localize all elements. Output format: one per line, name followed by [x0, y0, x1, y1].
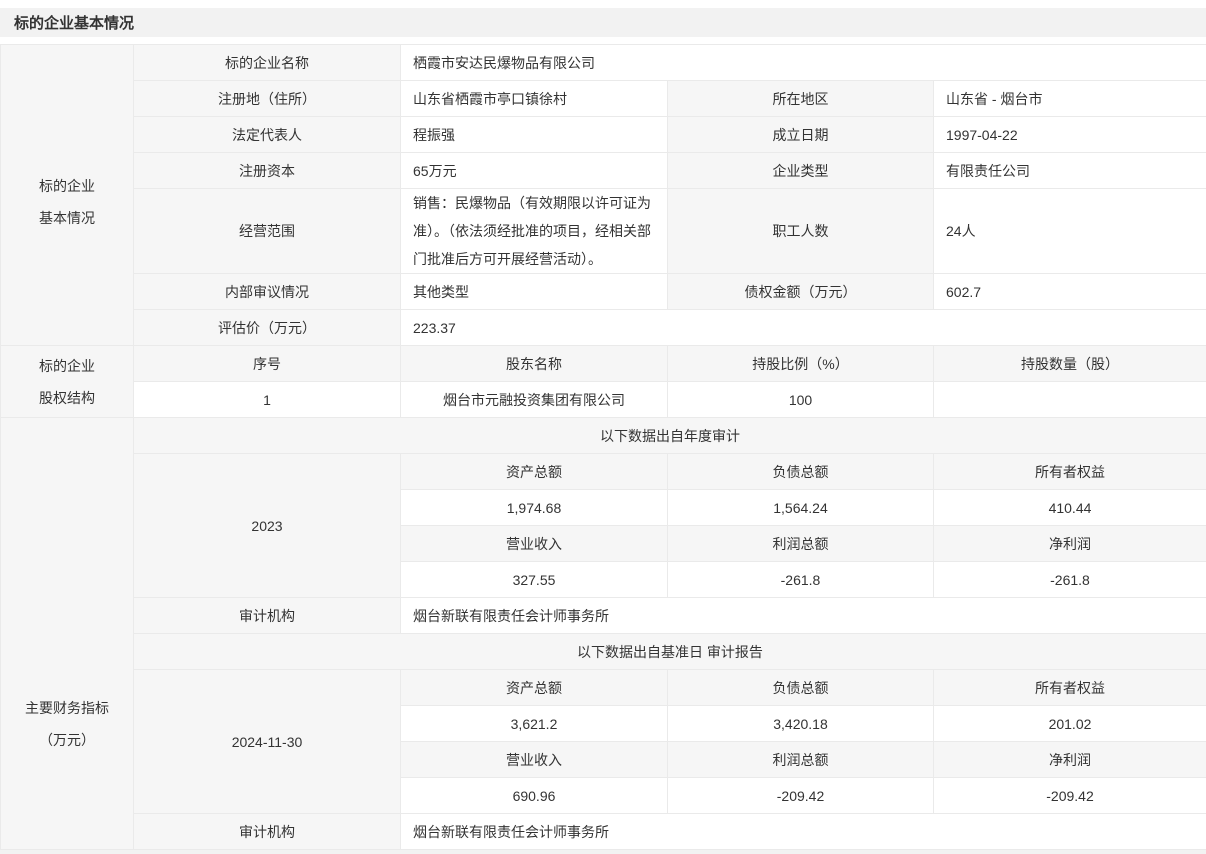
financials-annual-period: 2023 [134, 454, 401, 598]
value-company-name: 栖霞市安达民爆物品有限公司 [401, 45, 1206, 81]
financials-value-assets: 3,621.2 [401, 706, 668, 742]
value-internal-review: 其他类型 [401, 274, 668, 310]
table-row: 主要财务指标 （万元） 以下数据出自年度审计 [1, 418, 1206, 454]
group-label-line: 基本情况 [1, 202, 133, 234]
table-row: 法定代表人 程振强 成立日期 1997-04-22 [1, 117, 1206, 153]
financials-header-liabilities: 负债总额 [668, 670, 934, 706]
table-row: 标的企业 股权结构 序号 股东名称 持股比例（%） 持股数量（股） [1, 346, 1206, 382]
table-row: 评估价（万元） 223.37 [1, 310, 1206, 346]
table-row: 审计机构 烟台新联有限责任会计师事务所 [1, 814, 1206, 850]
equity-cell-index: 1 [134, 382, 401, 418]
equity-header-index: 序号 [134, 346, 401, 382]
table-row: 1 烟台市元融投资集团有限公司 100 [1, 382, 1206, 418]
value-audit-org-basedate: 烟台新联有限责任会计师事务所 [401, 814, 1206, 850]
equity-cell-shareholder: 烟台市元融投资集团有限公司 [401, 382, 668, 418]
financials-header-net-profit: 净利润 [934, 526, 1206, 562]
group-label-equity-structure: 标的企业 股权结构 [1, 346, 134, 418]
target-enterprise-table: 标的企业 基本情况 标的企业名称 栖霞市安达民爆物品有限公司 注册地（住所） 山… [0, 44, 1206, 850]
financials-value-equity: 201.02 [934, 706, 1206, 742]
table-row: 注册地（住所） 山东省栖霞市亭口镇徐村 所在地区 山东省 - 烟台市 [1, 81, 1206, 117]
label-employee-count: 职工人数 [668, 189, 934, 274]
label-audit-org-basedate: 审计机构 [134, 814, 401, 850]
value-appraisal-price: 223.37 [401, 310, 1206, 346]
table-row: 以下数据出自基准日 审计报告 [1, 634, 1206, 670]
financials-header-liabilities: 负债总额 [668, 454, 934, 490]
value-employee-count: 24人 [934, 189, 1206, 274]
financials-basedate-period: 2024-11-30 [134, 670, 401, 814]
table-row: 标的企业 基本情况 标的企业名称 栖霞市安达民爆物品有限公司 [1, 45, 1206, 81]
table-row: 内部审议情况 其他类型 债权金额（万元） 602.7 [1, 274, 1206, 310]
financials-header-assets: 资产总额 [401, 454, 668, 490]
value-business-scope: 销售：民爆物品（有效期限以许可证为准）。（依法须经批准的项目，经相关部门批准后方… [401, 189, 668, 274]
financials-header-net-profit: 净利润 [934, 742, 1206, 778]
page-title: 标的企业基本情况 [14, 12, 134, 33]
label-registered-address: 注册地（住所） [134, 81, 401, 117]
group-label-line: 标的企业 [1, 170, 133, 202]
equity-cell-shares [934, 382, 1206, 418]
group-label-basic-info: 标的企业 基本情况 [1, 45, 134, 346]
group-label-line: （万元） [1, 724, 133, 756]
value-region: 山东省 - 烟台市 [934, 81, 1206, 117]
financials-value-revenue: 327.55 [401, 562, 668, 598]
financials-value-revenue: 690.96 [401, 778, 668, 814]
group-label-line: 主要财务指标 [1, 692, 133, 724]
financials-value-liabilities: 1,564.24 [668, 490, 934, 526]
value-company-type: 有限责任公司 [934, 153, 1206, 189]
financials-header-revenue: 营业收入 [401, 526, 668, 562]
equity-header-shareholder: 股东名称 [401, 346, 668, 382]
financials-header-assets: 资产总额 [401, 670, 668, 706]
label-establish-date: 成立日期 [668, 117, 934, 153]
label-internal-review: 内部审议情况 [134, 274, 401, 310]
equity-header-ratio: 持股比例（%） [668, 346, 934, 382]
section-title-bar: 标的企业基本情况 [0, 8, 1206, 37]
equity-cell-ratio: 100 [668, 382, 934, 418]
financials-value-equity: 410.44 [934, 490, 1206, 526]
table-row: 经营范围 销售：民爆物品（有效期限以许可证为准）。（依法须经批准的项目，经相关部… [1, 189, 1206, 274]
label-legal-representative: 法定代表人 [134, 117, 401, 153]
label-region: 所在地区 [668, 81, 934, 117]
financials-header-equity: 所有者权益 [934, 670, 1206, 706]
value-registered-capital: 65万元 [401, 153, 668, 189]
equity-header-shares: 持股数量（股） [934, 346, 1206, 382]
financials-annual-source-note: 以下数据出自年度审计 [134, 418, 1206, 454]
financials-value-net-profit: -261.8 [934, 562, 1206, 598]
label-creditor-amount: 债权金额（万元） [668, 274, 934, 310]
label-company-type: 企业类型 [668, 153, 934, 189]
group-label-line: 股权结构 [1, 382, 133, 414]
group-label-line: 标的企业 [1, 350, 133, 382]
value-audit-org-annual: 烟台新联有限责任会计师事务所 [401, 598, 1206, 634]
financials-basedate-source-note: 以下数据出自基准日 审计报告 [134, 634, 1206, 670]
label-audit-org-annual: 审计机构 [134, 598, 401, 634]
financials-value-liabilities: 3,420.18 [668, 706, 934, 742]
financials-header-total-profit: 利润总额 [668, 742, 934, 778]
value-registered-address: 山东省栖霞市亭口镇徐村 [401, 81, 668, 117]
financials-header-equity: 所有者权益 [934, 454, 1206, 490]
table-row: 2024-11-30 资产总额 负债总额 所有者权益 [1, 670, 1206, 706]
next-section-bar [0, 850, 1206, 854]
value-establish-date: 1997-04-22 [934, 117, 1206, 153]
group-label-financials: 主要财务指标 （万元） [1, 418, 134, 850]
table-row: 审计机构 烟台新联有限责任会计师事务所 [1, 598, 1206, 634]
value-legal-representative: 程振强 [401, 117, 668, 153]
label-company-name: 标的企业名称 [134, 45, 401, 81]
financials-value-net-profit: -209.42 [934, 778, 1206, 814]
financials-header-total-profit: 利润总额 [668, 526, 934, 562]
label-business-scope: 经营范围 [134, 189, 401, 274]
financials-header-revenue: 营业收入 [401, 742, 668, 778]
value-creditor-amount: 602.7 [934, 274, 1206, 310]
table-row: 2023 资产总额 负债总额 所有者权益 [1, 454, 1206, 490]
financials-value-assets: 1,974.68 [401, 490, 668, 526]
financials-value-total-profit: -261.8 [668, 562, 934, 598]
financials-value-total-profit: -209.42 [668, 778, 934, 814]
table-row: 注册资本 65万元 企业类型 有限责任公司 [1, 153, 1206, 189]
label-appraisal-price: 评估价（万元） [134, 310, 401, 346]
label-registered-capital: 注册资本 [134, 153, 401, 189]
